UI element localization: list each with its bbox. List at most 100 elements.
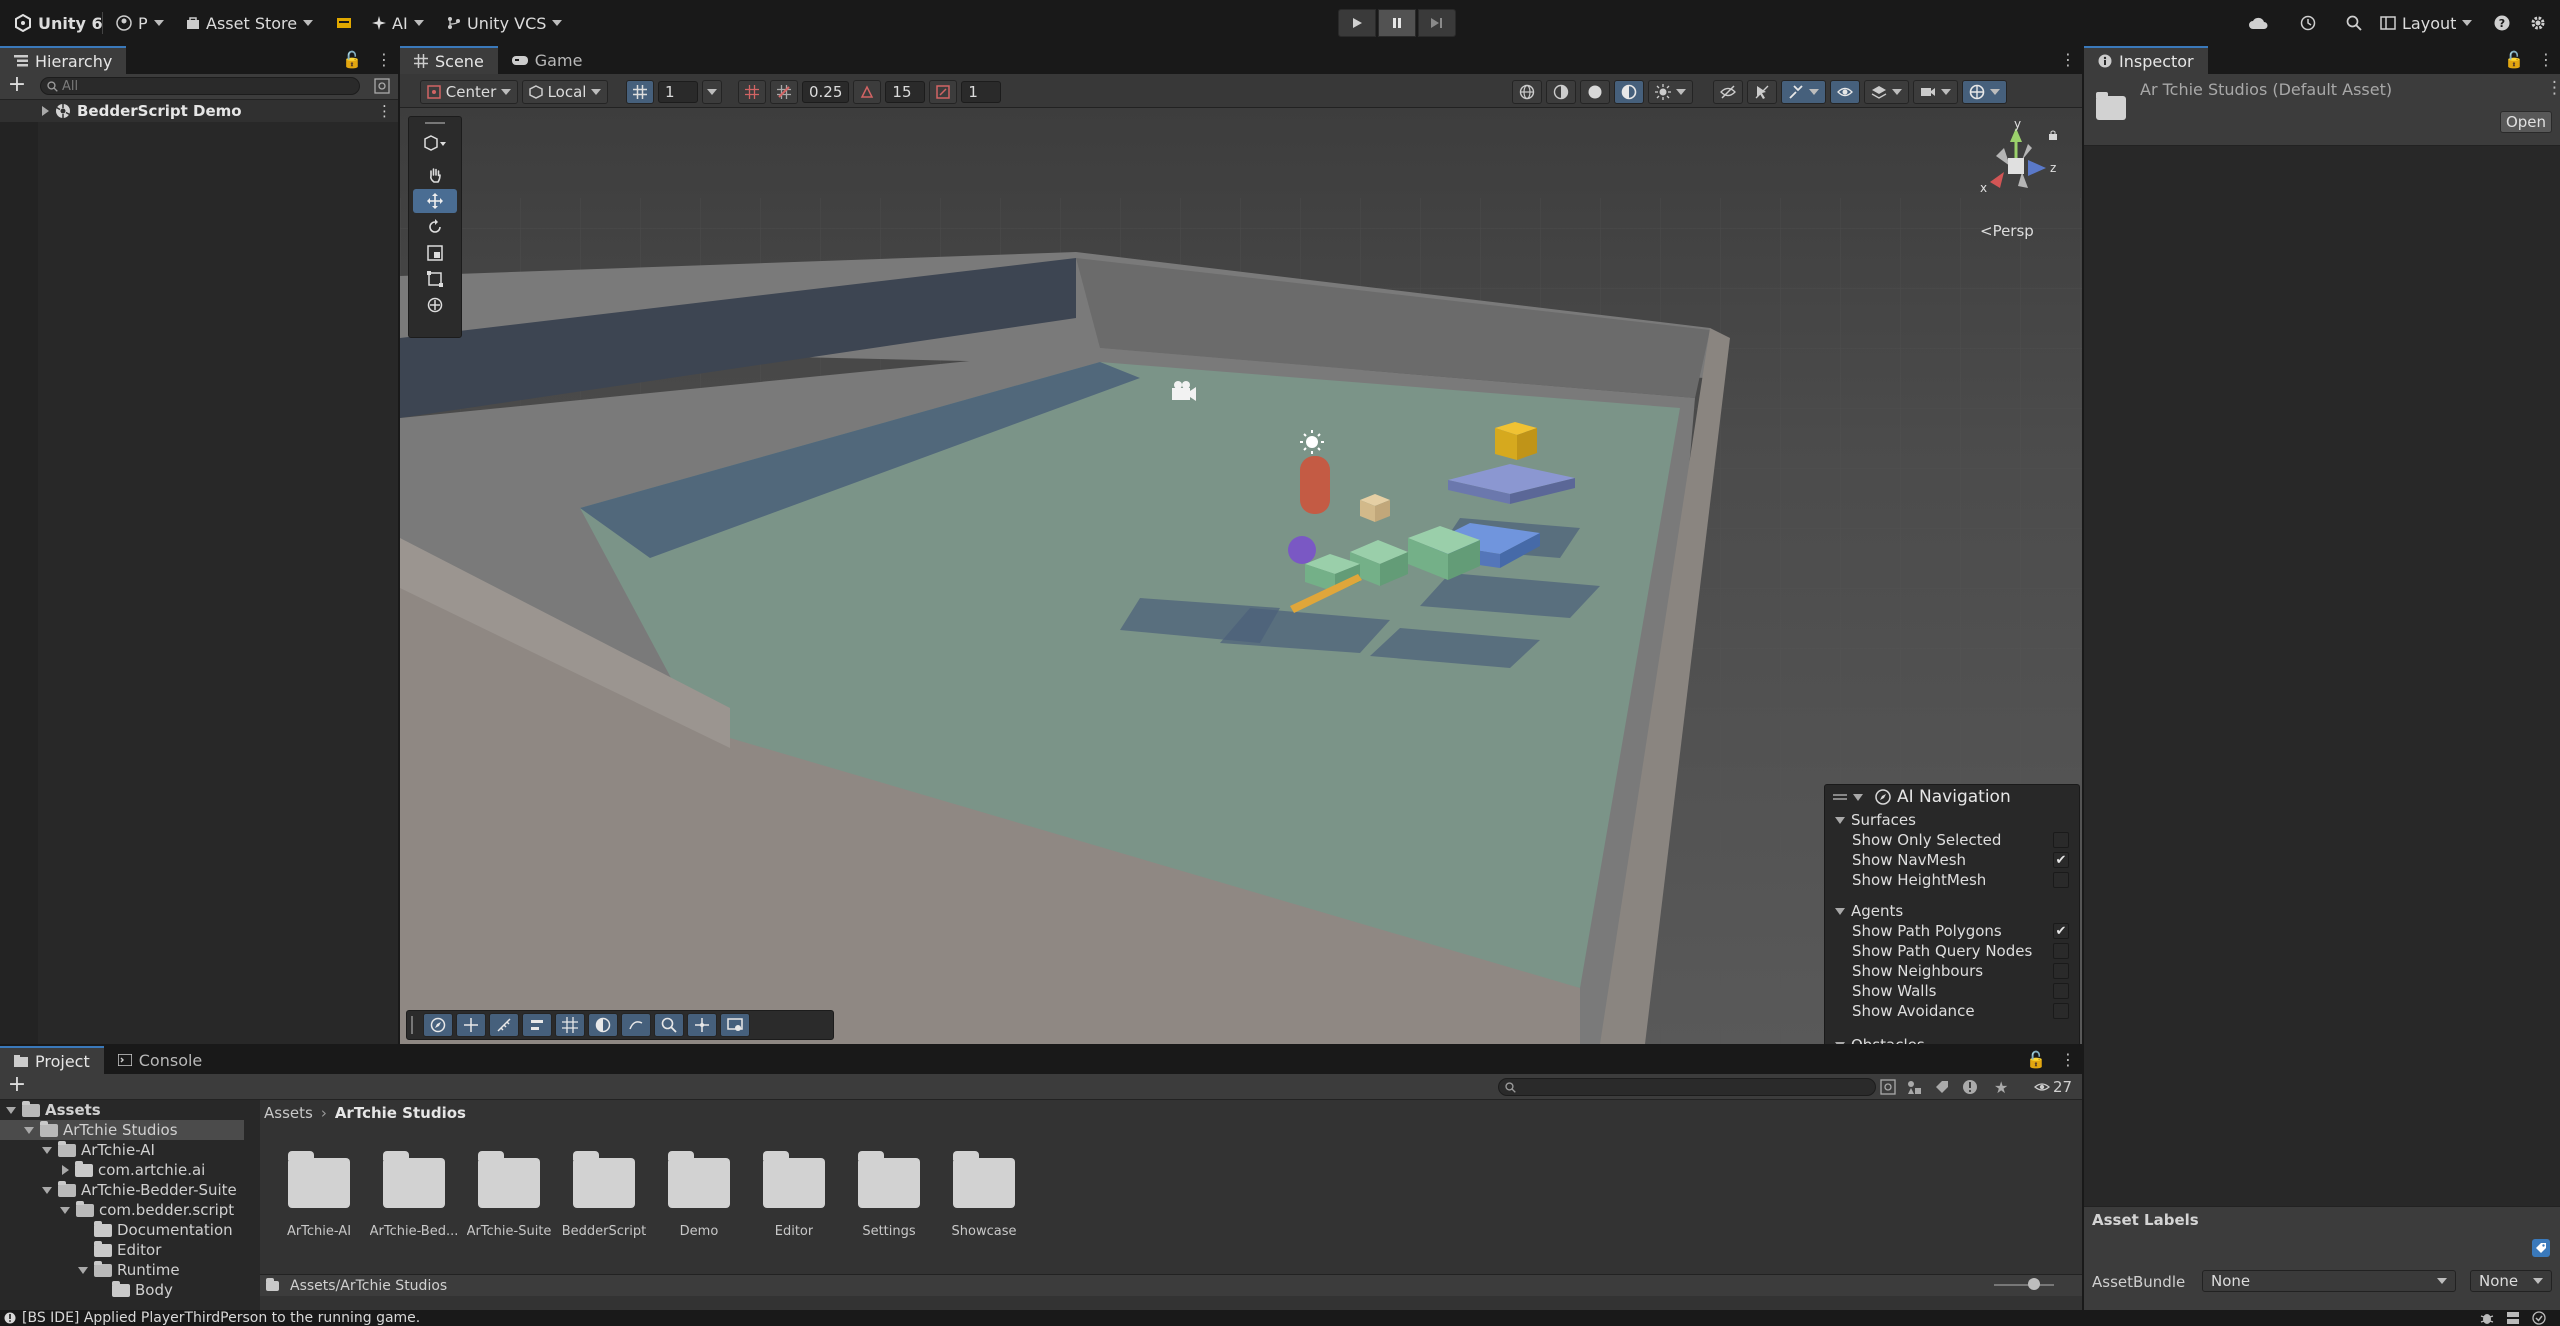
surfaces-header[interactable]: Surfaces [1835, 810, 1916, 830]
more-options-icon[interactable]: ⋮ [2538, 50, 2554, 69]
more-options-icon[interactable]: ⋮ [376, 50, 392, 69]
tree-item[interactable]: Runtime [0, 1260, 244, 1280]
expand-arrow-icon[interactable] [62, 1165, 69, 1175]
checkbox[interactable] [2053, 943, 2069, 959]
tree-item[interactable]: com.artchie.ai [0, 1160, 244, 1180]
grid-snap-button[interactable] [738, 80, 766, 104]
asset-bundle-variant-dropdown[interactable]: None [2470, 1270, 2552, 1292]
pivot-mode-dropdown[interactable]: Center [420, 80, 518, 104]
create-button[interactable]: + [6, 1074, 28, 1097]
scene-search-button[interactable] [654, 1013, 684, 1037]
more-options-icon[interactable]: ⋮ [2060, 50, 2076, 69]
agents-toggle-row[interactable]: Show Path Polygons ✔ [1825, 921, 2079, 941]
search-field[interactable]: All [40, 77, 360, 95]
checkbox[interactable] [2053, 1003, 2069, 1019]
view-options-dropdown[interactable] [413, 131, 457, 155]
drag-handle-icon[interactable] [1833, 794, 1847, 800]
collapse-arrow-icon[interactable] [1835, 816, 1845, 824]
collapse-arrow-icon[interactable] [1835, 907, 1845, 915]
icon-size-slider[interactable] [1994, 1278, 2054, 1290]
search-by-type-icon[interactable] [1880, 1079, 1896, 1095]
version-control-dropdown[interactable]: Unity VCS [437, 7, 572, 39]
orientation-toggle-button[interactable] [1512, 80, 1542, 104]
asset-folder[interactable]: Showcase [939, 1150, 1029, 1239]
step-button[interactable] [1418, 9, 1456, 37]
favorite-star-icon[interactable]: ★ [1994, 1078, 2008, 1097]
expand-arrow-icon[interactable] [42, 106, 49, 116]
surfaces-toggle-row[interactable]: Show Only Selected [1825, 830, 2079, 850]
checkbox[interactable]: ✔ [2053, 923, 2069, 939]
wireframe-mode-button[interactable] [1546, 80, 1576, 104]
label-tag-button[interactable] [2532, 1239, 2550, 1257]
check-icon[interactable] [2532, 1311, 2546, 1325]
asset-folder[interactable]: ArTchie-Suite [464, 1150, 554, 1239]
agents-toggle-row[interactable]: Show Neighbours [1825, 961, 2079, 981]
account-dropdown[interactable]: P [106, 7, 174, 39]
checkbox[interactable] [2053, 983, 2069, 999]
tree-item[interactable]: Assets [0, 1100, 244, 1120]
lock-icon[interactable]: 🔓 [2504, 50, 2524, 69]
move-handles-button[interactable] [456, 1013, 486, 1037]
tree-item[interactable]: Documentation [0, 1220, 244, 1240]
unity-menu-button[interactable]: Unity 6 [4, 7, 113, 39]
path-tool-button[interactable] [621, 1013, 651, 1037]
breadcrumb-root[interactable]: Assets [264, 1104, 313, 1122]
scale-snap-field[interactable]: 1 [961, 81, 1002, 103]
scale-tool-button[interactable] [413, 241, 457, 265]
perspective-toggle[interactable]: <Persp [1980, 222, 2034, 240]
filter-log-icon[interactable] [1962, 1079, 1978, 1095]
layers-dropdown[interactable] [1864, 80, 1909, 104]
asset-folder[interactable]: ArTchie-Bed... [369, 1150, 459, 1239]
filter-type-icon[interactable] [1906, 1079, 1922, 1095]
tree-item[interactable]: Body [0, 1280, 244, 1300]
rect-tool-button[interactable] [413, 267, 457, 291]
package-notification-button[interactable] [326, 7, 362, 39]
tab-hierarchy[interactable]: Hierarchy [0, 46, 127, 74]
project-search-field[interactable] [1498, 1078, 1876, 1096]
bug-icon[interactable] [2480, 1311, 2494, 1325]
visible-count[interactable]: 27 [2034, 1078, 2072, 1096]
cloud-button[interactable] [2238, 7, 2278, 39]
collapse-arrow-icon[interactable] [78, 1266, 88, 1274]
move-tool-button[interactable] [413, 189, 457, 213]
tree-item[interactable]: ArTchie-Bedder-Suite [0, 1180, 244, 1200]
breadcrumb-current[interactable]: ArTchie Studios [335, 1104, 466, 1122]
filter-label-icon[interactable] [1934, 1079, 1950, 1095]
slider-thumb[interactable] [2028, 1278, 2040, 1290]
hand-tool-button[interactable] [413, 163, 457, 187]
checkbox[interactable]: ✔ [2053, 852, 2069, 868]
agents-toggle-row[interactable]: Show Walls [1825, 981, 2079, 1001]
checkbox[interactable] [2053, 872, 2069, 888]
pivot-tool-button[interactable] [687, 1013, 717, 1037]
navigation-tool-button[interactable] [423, 1013, 453, 1037]
increment-snap-button[interactable] [770, 80, 798, 104]
collapse-arrow-icon[interactable] [1853, 793, 1863, 801]
settings-button[interactable] [2520, 7, 2556, 39]
more-options-icon[interactable]: ⋮ [2060, 1050, 2076, 1069]
cache-server-icon[interactable] [2506, 1311, 2520, 1325]
asset-folder[interactable]: ArTchie-AI [274, 1150, 364, 1239]
tab-game[interactable]: Game [498, 46, 597, 74]
orientation-gizmo[interactable]: y z x <Persp [1970, 118, 2070, 248]
collapse-arrow-icon[interactable] [60, 1206, 70, 1214]
grid-snapping-button[interactable] [555, 1013, 585, 1037]
rotate-snap-field[interactable]: 15 [885, 81, 926, 103]
gizmo-tools-dropdown[interactable] [1781, 80, 1826, 104]
draw-mode-dropdown[interactable] [1648, 80, 1693, 104]
screenshot-button[interactable] [720, 1013, 750, 1037]
camera-dropdown[interactable] [1913, 80, 1958, 104]
collapse-arrow-icon[interactable] [1835, 1041, 1845, 1044]
tab-scene[interactable]: Scene [400, 46, 498, 74]
overlay-drag-handle[interactable] [409, 117, 461, 129]
scale-snap-button[interactable] [929, 80, 958, 104]
grid-plane-dropdown[interactable] [702, 80, 722, 104]
tab-console[interactable]: Console [104, 1046, 217, 1074]
more-options-icon[interactable]: ⋮ [2546, 78, 2560, 98]
collapse-arrow-icon[interactable] [6, 1106, 16, 1114]
surfaces-toggle-row[interactable]: Show NavMesh ✔ [1825, 850, 2079, 870]
surfaces-toggle-row[interactable]: Show HeightMesh [1825, 870, 2079, 890]
asset-folder[interactable]: Editor [749, 1150, 839, 1239]
scene-visibility-button[interactable] [1713, 80, 1743, 104]
visibility-toggle-button[interactable] [1830, 80, 1860, 104]
help-button[interactable]: ? [2484, 7, 2520, 39]
